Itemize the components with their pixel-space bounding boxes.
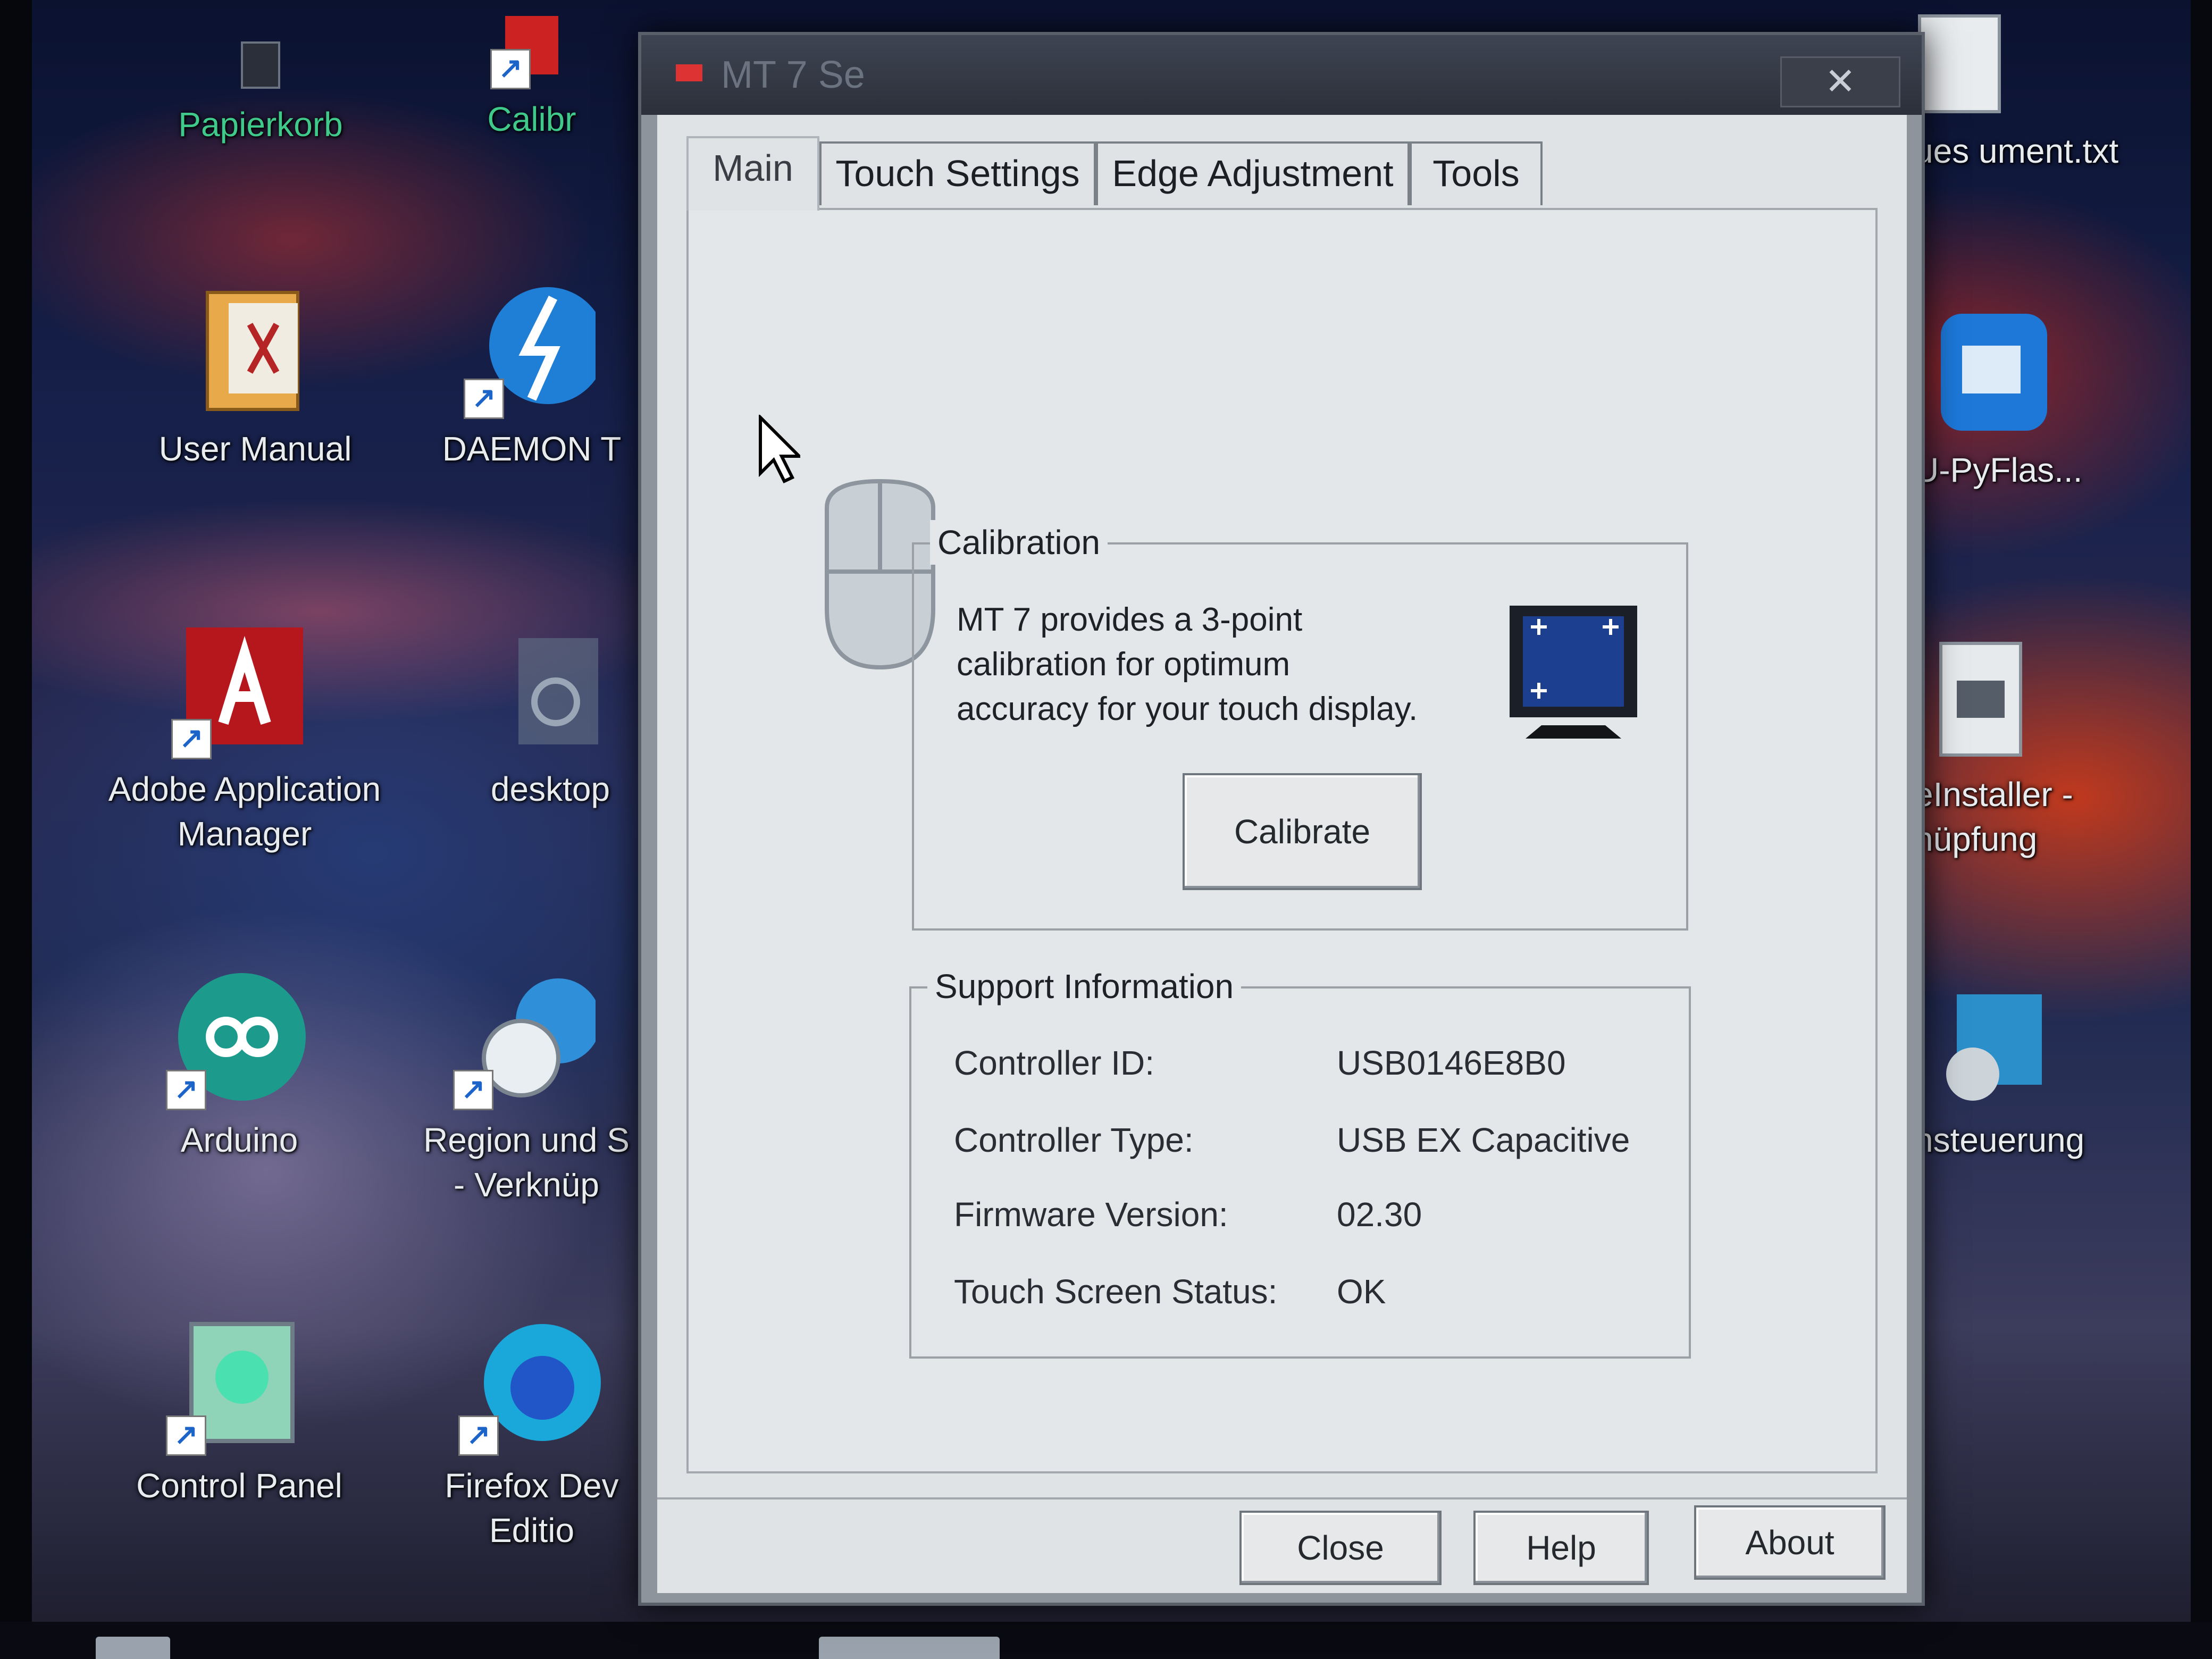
- calibrate-tool-icon: ↗: [490, 11, 569, 89]
- desktop-icon-label: Firefox Dev Editio: [445, 1467, 619, 1549]
- desktop-icon-label: desktop: [490, 770, 610, 808]
- desktop-icon-control-panel[interactable]: ↗ Control Panel: [90, 1313, 388, 1508]
- shortcut-arrow-icon: ↗: [458, 1415, 499, 1456]
- desktop-icon-label: User Manual: [158, 430, 352, 468]
- firefox-icon: ↗: [458, 1313, 601, 1456]
- about-button[interactable]: About: [1694, 1505, 1886, 1580]
- taskbar: [0, 1622, 2212, 1659]
- desktop-icon-label: eInstaller - nüpfung: [1914, 775, 2073, 858]
- desktop-icon-daemon-tools[interactable]: ↗ DAEMON T: [425, 276, 638, 471]
- shortcut-arrow-icon: ↗: [171, 719, 212, 759]
- tab-touch-settings[interactable]: Touch Settings: [819, 141, 1096, 205]
- window-title: MT 7 Se: [721, 54, 865, 96]
- region-clock-icon: ↗: [453, 968, 601, 1110]
- calibration-groupbox: Calibration MT 7 provides a 3-point cali…: [912, 520, 1688, 931]
- desktop-icon-pyflash[interactable]: U-PyFlas...: [1914, 308, 2159, 492]
- desktop-icon-recycle-bin[interactable]: Papierkorb: [112, 32, 409, 147]
- taskbar-start-button[interactable]: [96, 1637, 170, 1659]
- control-panel-icon: ↗: [166, 1313, 308, 1456]
- text-file-icon: [1914, 11, 2005, 117]
- support-information-legend: Support Information: [927, 964, 1242, 1009]
- desktop-icon-label: Arduino: [180, 1121, 298, 1159]
- desktop-icon-label: nsteuerung: [1914, 1121, 2085, 1159]
- calibrate-button[interactable]: Calibrate: [1183, 773, 1422, 890]
- recycle-bin-icon: [229, 32, 292, 90]
- desktop-icon-adobe-application-manager[interactable]: ↗ Adobe Application Manager: [96, 617, 393, 856]
- controller-id-value: USB0146E8B0: [1337, 1044, 1566, 1082]
- shortcut-arrow-icon: ↗: [490, 49, 531, 89]
- desktop-icon-label: ues ument.txt: [1914, 132, 2119, 170]
- installer-icon: [1925, 638, 2031, 760]
- monitor-icon: [1504, 600, 1643, 744]
- touch-screen-status-label: Touch Screen Status:: [954, 1272, 1278, 1311]
- shortcut-arrow-icon: ↗: [453, 1070, 493, 1110]
- desktop-icon-region[interactable]: ↗ Region und S - Verknüp: [415, 968, 638, 1207]
- controller-type-value: USB EX Capacitive: [1337, 1121, 1630, 1159]
- device-control-icon: [1925, 989, 2047, 1106]
- desktop-icon-steuerung[interactable]: nsteuerung: [1914, 989, 2159, 1162]
- shortcut-arrow-icon: ↗: [166, 1070, 206, 1110]
- desktop-icon-installer[interactable]: eInstaller - nüpfung: [1914, 638, 2159, 861]
- desktop-icon-label: Control Panel: [136, 1467, 342, 1505]
- tab-tools[interactable]: Tools: [1410, 141, 1543, 205]
- app-icon: [673, 56, 705, 88]
- desktop-icon-user-manual[interactable]: User Manual: [106, 276, 404, 471]
- monitor-bezel-left: [0, 0, 32, 1659]
- tab-panel-main: Calibration MT 7 provides a 3-point cali…: [686, 208, 1878, 1473]
- touch-screen-status-value: OK: [1337, 1272, 1386, 1311]
- button-bar-divider: [657, 1497, 1907, 1499]
- desktop-icon-desktop-file[interactable]: desktop: [463, 633, 638, 811]
- desktop-icon-calibrate[interactable]: ↗ Calibr: [425, 11, 638, 141]
- desktop-icon-label: Region und S - Verknüp: [423, 1121, 630, 1204]
- mouse-cursor-icon: [758, 413, 803, 484]
- adobe-icon: ↗: [171, 617, 314, 759]
- desktop-icon-firefox-dev[interactable]: ↗ Firefox Dev Editio: [425, 1313, 638, 1553]
- controller-id-label: Controller ID:: [954, 1044, 1154, 1082]
- monitor-bezel-right: [2191, 0, 2212, 1659]
- desktop-icon-label: Calibr: [487, 100, 576, 138]
- desktop-icon-label: Adobe Application Manager: [108, 770, 381, 853]
- controller-type-label: Controller Type:: [954, 1121, 1194, 1159]
- tab-edge-adjustment[interactable]: Edge Adjustment: [1096, 141, 1410, 205]
- shortcut-arrow-icon: ↗: [166, 1415, 206, 1456]
- firmware-version-label: Firmware Version:: [954, 1195, 1228, 1234]
- support-information-groupbox: Support Information Controller ID: USB01…: [909, 964, 1691, 1359]
- taskbar-item[interactable]: [819, 1637, 1000, 1659]
- pdf-folder-icon: [197, 276, 314, 415]
- desktop-icon-label: U-PyFlas...: [1914, 451, 2083, 489]
- help-button[interactable]: Help: [1473, 1511, 1649, 1585]
- mt7-settings-window: MT 7 Se ✕ Main Touch Settings Edge Adjus…: [638, 32, 1925, 1606]
- shortcut-arrow-icon: ↗: [464, 379, 504, 419]
- desktop-icon-label: DAEMON T: [442, 430, 622, 468]
- window-close-button[interactable]: ✕: [1780, 56, 1900, 107]
- desktop-icon-label: Papierkorb: [178, 105, 343, 144]
- arduino-icon: ↗: [166, 968, 308, 1110]
- desktop-icon-arduino[interactable]: ↗ Arduino: [90, 968, 388, 1162]
- daemon-tools-icon: ↗: [464, 276, 606, 419]
- window-titlebar[interactable]: MT 7 Se ✕: [641, 35, 1922, 115]
- close-button[interactable]: Close: [1239, 1511, 1442, 1585]
- cloud-chip-icon: [1936, 308, 2052, 436]
- window-client-area: Main Touch Settings Edge Adjustment Tool…: [657, 115, 1907, 1593]
- tab-main[interactable]: Main: [686, 136, 819, 211]
- settings-file-icon: [497, 633, 604, 755]
- calibration-legend: Calibration: [930, 520, 1108, 565]
- firmware-version-value: 02.30: [1337, 1195, 1422, 1234]
- calibration-description: MT 7 provides a 3-point calibration for …: [957, 601, 1418, 727]
- desktop-icon-text-file[interactable]: ues ument.txt: [1914, 11, 2159, 173]
